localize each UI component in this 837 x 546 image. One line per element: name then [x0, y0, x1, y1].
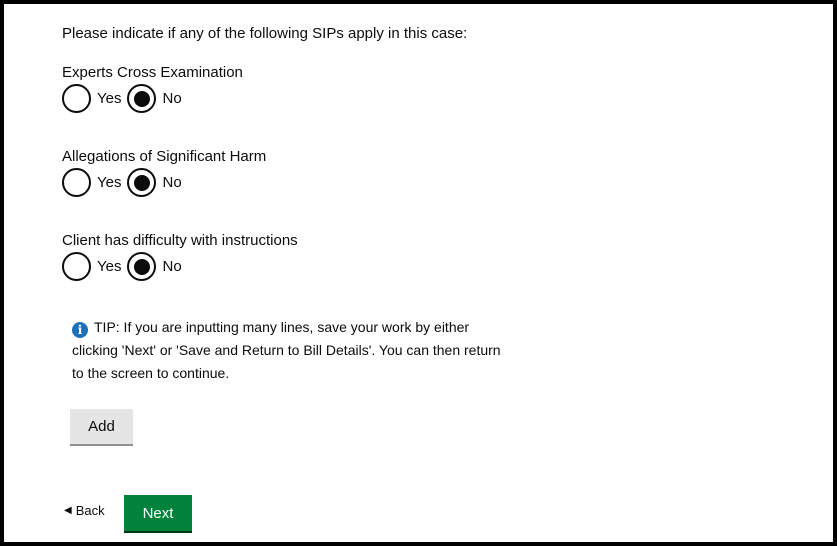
question-experts-cross-examination: Experts Cross Examination Yes No [62, 63, 243, 113]
radio-group: Yes No [62, 252, 182, 281]
question-label: Experts Cross Examination [62, 64, 243, 81]
page-frame: Please indicate if any of the following … [0, 0, 837, 546]
radio-button-no[interactable] [127, 252, 157, 281]
radio-option-no[interactable]: No [127, 168, 182, 197]
radio-group: Yes No [62, 168, 182, 197]
intro-text: Please indicate if any of the following … [62, 25, 468, 42]
radio-button-yes[interactable] [62, 84, 91, 113]
radio-button-yes[interactable] [62, 168, 91, 197]
tip-text: TIP: If you are inputting many lines, sa… [72, 319, 501, 381]
question-label: Client has difficulty with instructions [62, 232, 298, 249]
radio-label: No [162, 257, 182, 275]
radio-option-yes[interactable]: Yes [62, 84, 121, 113]
question-client-difficulty-instructions: Client has difficulty with instructions … [62, 231, 298, 281]
back-link-label: Back [75, 503, 105, 518]
radio-label: No [162, 173, 182, 191]
radio-button-no[interactable] [127, 168, 157, 197]
radio-button-yes[interactable] [62, 252, 91, 281]
radio-button-no[interactable] [127, 84, 157, 113]
add-button[interactable]: Add [70, 409, 133, 446]
question-allegations-significant-harm: Allegations of Significant Harm Yes No [62, 147, 267, 197]
radio-label: No [162, 89, 182, 107]
radio-group: Yes No [62, 84, 182, 113]
radio-option-yes[interactable]: Yes [62, 168, 121, 197]
radio-label: Yes [97, 89, 122, 107]
tip-message: i TIP: If you are inputting many lines, s… [72, 316, 502, 385]
next-button[interactable]: Next [124, 495, 192, 533]
radio-label: Yes [97, 257, 122, 275]
radio-option-no[interactable]: No [127, 252, 182, 281]
back-link[interactable]: ◀ Back [64, 503, 105, 519]
question-label: Allegations of Significant Harm [62, 148, 267, 165]
radio-option-yes[interactable]: Yes [62, 252, 121, 281]
back-arrow-icon: ◀ [64, 505, 72, 516]
radio-label: Yes [97, 173, 122, 191]
radio-option-no[interactable]: No [127, 84, 182, 113]
info-icon: i [72, 322, 88, 338]
